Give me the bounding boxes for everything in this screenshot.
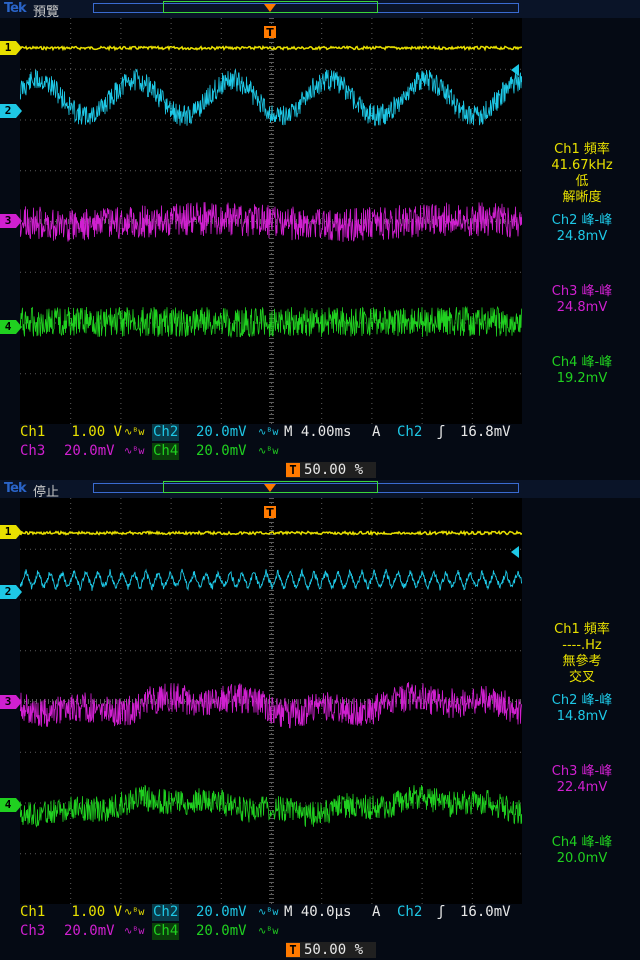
ch1-label[interactable]: Ch1 xyxy=(20,424,45,441)
ch4-label[interactable]: Ch4 xyxy=(152,443,180,460)
trigger-level-icon[interactable] xyxy=(511,64,519,76)
ch3-label[interactable]: Ch3 xyxy=(20,443,45,460)
ch1-measure-value: ----.Hz xyxy=(562,638,602,653)
coupling-icon: ∿ᴮw xyxy=(258,427,279,438)
trigger-position-icon[interactable]: T xyxy=(264,4,276,38)
ch4-measure-value: 19.2mV xyxy=(556,371,608,386)
trigger-source[interactable]: Ch2 xyxy=(397,904,422,921)
trigger-source[interactable]: Ch2 xyxy=(397,424,422,441)
ch3-ground-marker[interactable]: 3 xyxy=(0,214,22,228)
trigger-position-icon[interactable]: T xyxy=(264,484,276,518)
ch2-waveform xyxy=(20,68,522,127)
waveform-graticule xyxy=(20,498,522,904)
ch1-scale[interactable]: 1.00 V xyxy=(70,904,122,921)
ch4-ground-marker[interactable]: 4 xyxy=(0,320,22,334)
ch2-measure-value: 14.8mV xyxy=(556,709,608,724)
coupling-icon: ∿ᴮw xyxy=(124,446,145,457)
coupling-icon: ∿ᴮw xyxy=(258,907,279,918)
ch1-ground-marker[interactable]: 1 xyxy=(0,41,22,55)
waveform-display xyxy=(20,18,522,424)
ch3-measure-value: 24.8mV xyxy=(556,300,608,315)
ch2-label[interactable]: Ch2 xyxy=(152,424,180,441)
ch4-ground-marker[interactable]: 4 xyxy=(0,798,22,812)
scope-panel-bottom: Tek 停止 T 1 2 3 4 Ch1 頻率 ----.Hz 無參考 交叉 C… xyxy=(0,480,640,960)
ch1-ground-marker[interactable]: 1 xyxy=(0,525,22,539)
trigger-level-readout[interactable]: 16.0mV xyxy=(460,904,511,921)
ch3-measure-title: Ch3 峰-峰 xyxy=(551,284,613,299)
ch1-measure-title: Ch1 頻率 xyxy=(554,142,610,157)
ch3-scale[interactable]: 20.0mV xyxy=(64,923,115,940)
ch1-measure-value: 41.67kHz xyxy=(551,158,613,173)
ch3-waveform xyxy=(20,682,522,729)
tek-logo: Tek xyxy=(4,1,27,16)
trigger-mode: A xyxy=(372,424,381,440)
ch2-scale[interactable]: 20.0mV xyxy=(196,424,247,441)
trigger-edge-icon: ʃ xyxy=(436,424,446,440)
svg-text:T: T xyxy=(266,506,274,518)
trigger-position-value: 50.00 % xyxy=(304,462,364,478)
ch3-scale[interactable]: 20.0mV xyxy=(64,443,115,460)
coupling-icon: ∿ᴮw xyxy=(258,446,279,457)
ch1-label[interactable]: Ch1 xyxy=(20,904,45,921)
tek-logo: Tek xyxy=(4,481,27,496)
ch3-ground-marker[interactable]: 3 xyxy=(0,695,22,709)
trigger-level-icon[interactable] xyxy=(511,546,519,558)
measurement-readouts: Ch1 頻率 41.67kHz 低 解晰度 Ch2 峰-峰 24.8mV Ch3… xyxy=(524,20,640,424)
coupling-icon: ∿ᴮw xyxy=(258,926,279,937)
trigger-badge-icon: T xyxy=(286,943,300,957)
trigger-position-value: 50.00 % xyxy=(304,942,364,958)
trigger-badge-icon: T xyxy=(286,463,300,477)
ch1-measure-note: 低 xyxy=(575,174,589,189)
trigger-level-readout[interactable]: 16.8mV xyxy=(460,424,511,441)
ch4-scale[interactable]: 20.0mV xyxy=(196,443,247,460)
ch1-measure-title: Ch1 頻率 xyxy=(554,622,610,637)
coupling-icon: ∿ᴮw xyxy=(124,907,145,918)
ch4-scale[interactable]: 20.0mV xyxy=(196,923,247,940)
acquisition-header: Tek 停止 xyxy=(0,480,640,500)
timebase-readout[interactable]: M 40.0µs xyxy=(284,904,351,921)
timebase-readout[interactable]: M 4.00ms xyxy=(284,424,351,441)
acquisition-header: Tek 預覽 xyxy=(0,0,640,20)
ch2-measure-title: Ch2 峰-峰 xyxy=(551,693,613,708)
trigger-edge-icon: ʃ xyxy=(436,904,446,920)
ch4-measure-value: 20.0mV xyxy=(556,851,608,866)
coupling-icon: ∿ᴮw xyxy=(124,427,145,438)
ch3-label[interactable]: Ch3 xyxy=(20,923,45,940)
ch2-scale[interactable]: 20.0mV xyxy=(196,904,247,921)
ch2-ground-marker[interactable]: 2 xyxy=(0,585,22,599)
coupling-icon: ∿ᴮw xyxy=(124,926,145,937)
ch2-measure-value: 24.8mV xyxy=(556,229,608,244)
ch4-waveform xyxy=(20,784,522,828)
ch4-measure-title: Ch4 峰-峰 xyxy=(551,835,613,850)
ch2-ground-marker[interactable]: 2 xyxy=(0,104,22,118)
measurement-readouts: Ch1 頻率 ----.Hz 無參考 交叉 Ch2 峰-峰 14.8mV Ch3… xyxy=(524,500,640,904)
ch1-measure-note: 無參考 xyxy=(562,654,602,669)
ch3-measure-value: 22.4mV xyxy=(556,780,608,795)
waveform-display xyxy=(20,498,522,904)
waveform-graticule xyxy=(20,18,522,424)
trigger-position-readout[interactable]: T 50.00 % xyxy=(286,942,376,958)
status-bar: Ch1 1.00 V ∿ᴮw Ch2 20.0mV ∿ᴮw M 4.00ms A… xyxy=(0,424,640,462)
status-bar: Ch1 1.00 V ∿ᴮw Ch2 20.0mV ∿ᴮw M 40.0µs A… xyxy=(0,904,640,942)
svg-text:T: T xyxy=(266,26,274,38)
scope-panel-top: Tek 預覽 T 1 2 3 4 Ch1 頻率 41.67kHz 低 解晰度 C… xyxy=(0,0,640,480)
ch4-label[interactable]: Ch4 xyxy=(152,923,180,940)
ch2-label[interactable]: Ch2 xyxy=(152,904,180,921)
ch1-measure-note2: 解晰度 xyxy=(562,190,602,205)
ch1-measure-note2: 交叉 xyxy=(568,670,595,685)
ch2-measure-title: Ch2 峰-峰 xyxy=(551,213,613,228)
trigger-position-readout[interactable]: T 50.00 % xyxy=(286,462,376,478)
trigger-mode: A xyxy=(372,904,381,920)
ch2-waveform xyxy=(20,567,522,592)
ch1-scale[interactable]: 1.00 V xyxy=(70,424,122,441)
ch4-measure-title: Ch4 峰-峰 xyxy=(551,355,613,370)
ch3-measure-title: Ch3 峰-峰 xyxy=(551,764,613,779)
